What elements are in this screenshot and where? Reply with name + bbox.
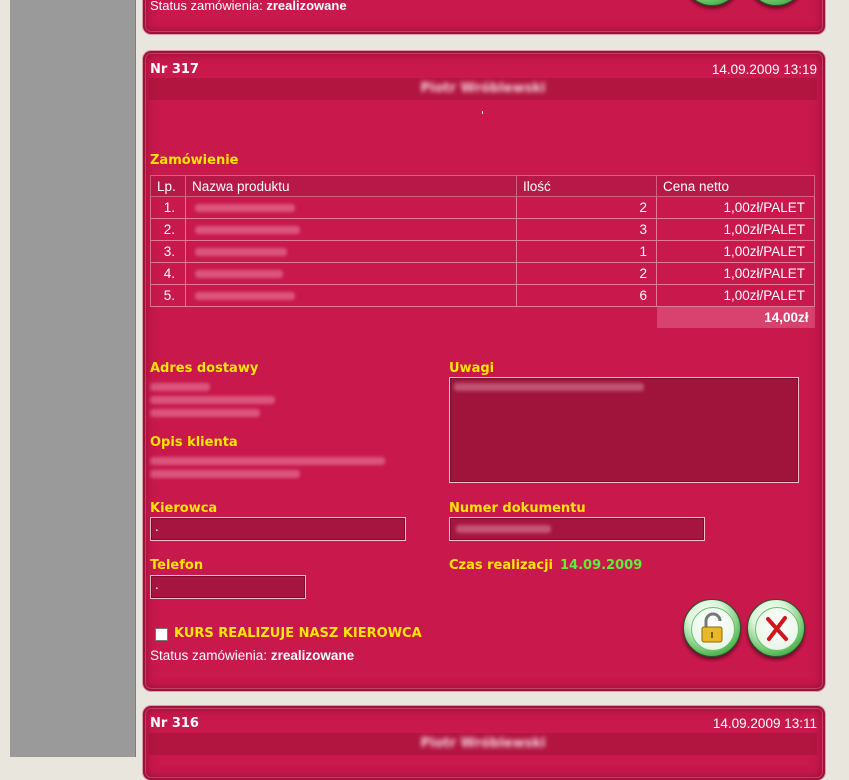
order-datetime: 14.09.2009 13:19 bbox=[711, 62, 817, 77]
row-lp: 2. bbox=[150, 218, 186, 241]
delivery-address-value bbox=[150, 381, 275, 420]
col-lp: Lp. bbox=[150, 175, 186, 197]
customer-title-bar: Piotr Wróblewski bbox=[149, 78, 817, 100]
order-number: Nr 317 bbox=[150, 62, 199, 77]
client-description-label: Opis klienta bbox=[150, 435, 238, 450]
order-status: Status zamówienia: zrealizowane bbox=[150, 0, 347, 13]
status-value: zrealizowane bbox=[266, 0, 347, 13]
status-value: zrealizowane bbox=[270, 648, 355, 663]
driver-input-value: . bbox=[155, 520, 159, 534]
table-header-row: Lp. Nazwa produktu Ilość Cena netto bbox=[150, 175, 815, 197]
unlock-button[interactable] bbox=[683, 599, 741, 657]
red-x-icon bbox=[766, 616, 788, 641]
page-margin bbox=[0, 0, 10, 757]
col-quantity: Ilość bbox=[516, 175, 657, 197]
order-panel-next: Nr 316 14.09.2009 13:11 Piotr Wróblewski bbox=[143, 706, 825, 780]
driver-input[interactable]: . bbox=[150, 517, 406, 541]
delivery-address-label: Adres dostawy bbox=[150, 361, 259, 376]
row-price: 1,00zł/PALET bbox=[656, 284, 815, 307]
order-items-table: Lp. Nazwa produktu Ilość Cena netto 1. 2… bbox=[150, 175, 815, 328]
document-number-input[interactable] bbox=[449, 517, 705, 541]
row-quantity: 6 bbox=[516, 284, 657, 307]
document-number-label: Numer dokumentu bbox=[449, 501, 586, 516]
customer-name: Piotr Wróblewski bbox=[420, 736, 546, 751]
cancel-button[interactable] bbox=[747, 0, 805, 6]
status-label: Status zamówienia: bbox=[150, 648, 268, 663]
row-lp: 3. bbox=[150, 240, 186, 263]
col-net-price: Cena netto bbox=[656, 175, 815, 197]
row-product-name bbox=[185, 218, 517, 241]
own-driver-label: KURS REALIZUJE NASZ KIEROWCA bbox=[174, 626, 422, 641]
phone-label: Telefon bbox=[150, 558, 204, 573]
row-price: 1,00zł/PALET bbox=[656, 240, 815, 263]
order-section-title: Zamówienie bbox=[150, 153, 239, 168]
row-quantity: 3 bbox=[516, 218, 657, 241]
notes-textarea[interactable] bbox=[449, 377, 799, 483]
driver-label: Kierowca bbox=[150, 501, 218, 516]
completion-time-value: 14.09.2009 bbox=[560, 558, 643, 573]
left-sidebar bbox=[10, 0, 136, 757]
row-product-name bbox=[185, 284, 517, 307]
order-number: Nr 316 bbox=[150, 716, 199, 731]
row-product-name bbox=[185, 196, 517, 219]
table-row: 4. 2 1,00zł/PALET bbox=[150, 262, 815, 285]
row-price: 1,00zł/PALET bbox=[656, 262, 815, 285]
table-row: 2. 3 1,00zł/PALET bbox=[150, 218, 815, 241]
order-total: 14,00zł bbox=[656, 306, 815, 328]
order-datetime: 14.09.2009 13:11 bbox=[712, 716, 817, 731]
row-price: 1,00zł/PALET bbox=[656, 218, 815, 241]
col-product-name: Nazwa produktu bbox=[185, 175, 517, 197]
table-row: 5. 6 1,00zł/PALET bbox=[150, 284, 815, 307]
client-description-value bbox=[150, 455, 385, 481]
row-product-name bbox=[185, 240, 517, 263]
row-lp: 1. bbox=[150, 196, 186, 219]
notes-label: Uwagi bbox=[449, 361, 495, 376]
table-row: 1. 2 1,00zł/PALET bbox=[150, 196, 815, 219]
order-panel-previous: Status zamówienia: zrealizowane bbox=[143, 0, 825, 34]
row-product-name bbox=[185, 262, 517, 285]
completion-time-label: Czas realizacji bbox=[449, 558, 554, 573]
order-panel: Nr 317 14.09.2009 13:19 Piotr Wróblewski… bbox=[143, 51, 825, 691]
separator-mark: ' bbox=[481, 109, 485, 122]
row-lp: 5. bbox=[150, 284, 186, 307]
unlock-button[interactable] bbox=[683, 0, 741, 6]
status-label: Status zamówienia: bbox=[150, 0, 263, 13]
customer-name: Piotr Wróblewski bbox=[420, 81, 546, 96]
table-total-row: 14,00zł bbox=[151, 306, 815, 328]
cancel-button[interactable] bbox=[747, 599, 805, 657]
customer-title-bar: Piotr Wróblewski bbox=[149, 733, 817, 755]
row-lp: 4. bbox=[150, 262, 186, 285]
phone-input[interactable]: . bbox=[150, 575, 306, 599]
row-quantity: 2 bbox=[516, 262, 657, 285]
row-price: 1,00zł/PALET bbox=[656, 196, 815, 219]
padlock-open-icon bbox=[701, 612, 723, 643]
row-quantity: 2 bbox=[516, 196, 657, 219]
phone-input-value: . bbox=[155, 578, 159, 592]
row-quantity: 1 bbox=[516, 240, 657, 263]
own-driver-checkbox[interactable] bbox=[155, 628, 168, 641]
order-status: Status zamówienia: zrealizowane bbox=[150, 648, 354, 663]
table-row: 3. 1 1,00zł/PALET bbox=[150, 240, 815, 263]
